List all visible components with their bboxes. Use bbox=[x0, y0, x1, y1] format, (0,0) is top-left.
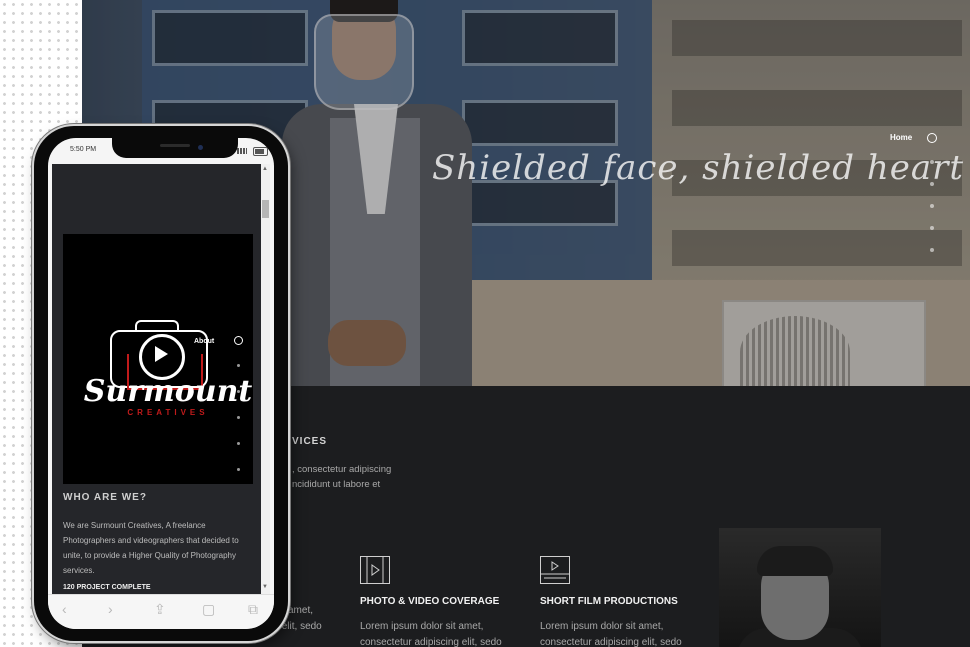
team-member-photo bbox=[719, 528, 881, 647]
hero-nav-dot[interactable] bbox=[930, 226, 934, 230]
about-text: We are Surmount Creatives, A freelance P… bbox=[63, 521, 239, 575]
service-title: SHORT FILM PRODUCTIONS bbox=[540, 596, 678, 607]
play-icon bbox=[155, 346, 168, 362]
share-icon[interactable]: ⇪ bbox=[154, 601, 166, 618]
phone-screen: 5:50 PM Surmount CREATIVES About WHO ARE… bbox=[48, 138, 274, 629]
hero-nav-dot[interactable] bbox=[930, 204, 934, 208]
project-count: 120 PROJECT COMPLETE bbox=[63, 584, 151, 591]
browser-toolbar: ‹ › ⇪ ▢ ⧉ bbox=[48, 594, 274, 629]
brand-logo-text: Surmount bbox=[83, 374, 253, 409]
mobile-nav-dot[interactable] bbox=[237, 416, 240, 419]
service-photo-video: PHOTO & VIDEO COVERAGE Lorem ipsum dolor… bbox=[360, 556, 520, 647]
service-short-film: SHORT FILM PRODUCTIONS Lorem ipsum dolor… bbox=[540, 556, 700, 647]
service-title: PHOTO & VIDEO COVERAGE bbox=[360, 596, 500, 607]
hero-nav-dot[interactable] bbox=[930, 248, 934, 252]
phone-notch bbox=[112, 138, 238, 158]
hero-nav-dot[interactable] bbox=[930, 182, 934, 186]
film-play-icon bbox=[360, 556, 390, 584]
hero-tagline: Shielded face, shielded heart . . . bbox=[432, 148, 970, 188]
tabs-icon[interactable]: ⧉ bbox=[248, 601, 258, 618]
mobile-website-view: Surmount CREATIVES About WHO ARE WE? We … bbox=[52, 164, 261, 594]
mobile-scrollbar[interactable]: ▲ ▼ bbox=[261, 164, 270, 594]
mobile-nav-active-dot[interactable] bbox=[234, 336, 243, 345]
mobile-nav-dot[interactable] bbox=[237, 442, 240, 445]
service-description: Lorem ipsum dolor sit amet, consectetur … bbox=[540, 621, 682, 647]
services-intro: , consectetur adipiscing ncididunt ut la… bbox=[292, 464, 392, 490]
bookmarks-icon[interactable]: ▢ bbox=[202, 601, 215, 618]
mobile-nav-about[interactable]: About bbox=[194, 338, 214, 345]
status-time: 5:50 PM bbox=[70, 146, 97, 153]
service-description: Lorem ipsum dolor sit amet, consectetur … bbox=[360, 621, 502, 647]
back-icon[interactable]: ‹ bbox=[62, 601, 67, 617]
mobile-nav-dot[interactable] bbox=[237, 390, 240, 393]
signal-icon bbox=[237, 148, 247, 154]
mobile-nav-dot[interactable] bbox=[237, 364, 240, 367]
brand-logo-subtitle: CREATIVES bbox=[127, 408, 209, 417]
video-player-icon bbox=[540, 556, 570, 584]
logo-panel: Surmount CREATIVES bbox=[63, 234, 253, 484]
scrollbar-thumb[interactable] bbox=[262, 200, 269, 218]
forward-icon[interactable]: › bbox=[108, 601, 113, 617]
phone-mockup: 5:50 PM Surmount CREATIVES About WHO ARE… bbox=[34, 126, 288, 641]
about-heading: WHO ARE WE? bbox=[63, 492, 147, 503]
hero-nav-dot[interactable] bbox=[930, 160, 934, 164]
mobile-nav-dot[interactable] bbox=[237, 468, 240, 471]
hero-nav-active-dot[interactable] bbox=[927, 133, 937, 143]
services-heading: VICES bbox=[292, 436, 328, 447]
hero-nav-home[interactable]: Home bbox=[890, 133, 912, 142]
battery-icon bbox=[253, 147, 268, 156]
